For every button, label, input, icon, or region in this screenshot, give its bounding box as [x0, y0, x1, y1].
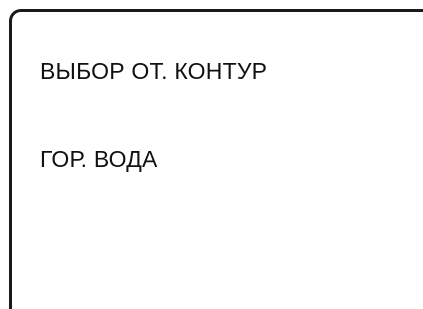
menu-option-hot-water[interactable]: ГОР. ВОДА	[40, 145, 158, 173]
menu-title: ВЫБОР ОТ. КОНТУР	[40, 58, 268, 84]
